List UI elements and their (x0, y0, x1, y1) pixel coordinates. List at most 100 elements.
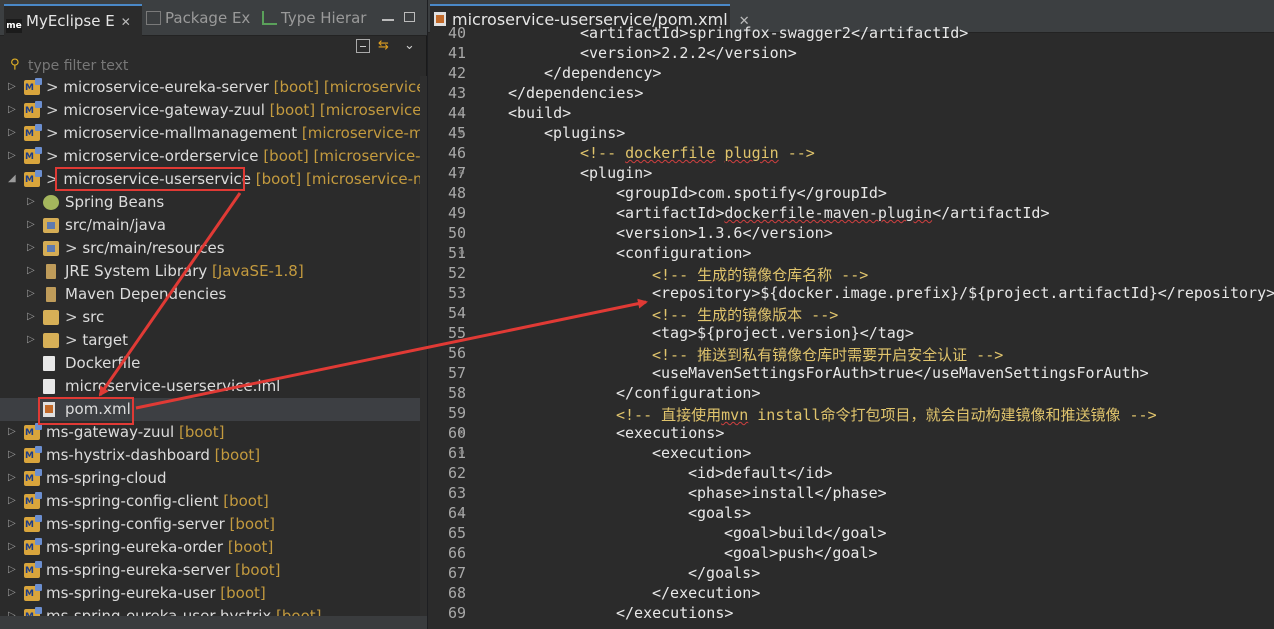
code-line: <version>2.2.2</version> (580, 44, 797, 62)
line-number: 52 (447, 264, 466, 282)
code-line: <!-- 生成的镜像仓库名称 --> (652, 264, 868, 285)
tree-item[interactable]: ▷ > src (0, 306, 420, 329)
tab-myeclipse-explorer[interactable]: me MyEclipse E ✕ (4, 4, 142, 36)
expand-arrow-icon[interactable]: ▷ (8, 421, 18, 443)
xml-comment: <!-- 推送到私有镜像仓库时需要开启安全认证 --> (652, 346, 1004, 364)
tree-item[interactable]: ▷ ms-spring-cloud (0, 467, 420, 490)
tree-item[interactable]: ▷ > microservice-orderservice [boot] [mic… (0, 145, 420, 168)
expand-arrow-icon[interactable]: ▷ (8, 559, 18, 581)
code-line: <plugin> (580, 164, 652, 182)
outgoing-changes-marker: > (46, 78, 64, 96)
expand-arrow-icon[interactable]: ▷ (8, 444, 18, 466)
expand-arrow-icon[interactable]: ▷ (8, 99, 18, 121)
horizontal-scrollbar[interactable] (0, 616, 427, 629)
expand-arrow-icon[interactable]: ▷ (27, 260, 37, 282)
expand-arrow-icon[interactable]: ▷ (27, 191, 37, 213)
view-menu-chevron-down-icon[interactable]: ⌄ (404, 38, 415, 53)
xml-tag: <build> (508, 104, 572, 122)
expand-arrow-icon[interactable]: ▷ (8, 145, 18, 167)
expand-arrow-icon[interactable]: ▷ (27, 283, 37, 305)
tree-item[interactable]: ▷ JRE System Library [JavaSE-1.8] (0, 260, 420, 283)
tree-scrollbar[interactable] (420, 76, 427, 616)
collapse-all-icon[interactable] (356, 39, 370, 53)
tree-item[interactable]: ▷ ms-spring-config-client [boot] (0, 490, 420, 513)
tree-item[interactable]: ▷ ms-spring-eureka-server [boot] (0, 559, 420, 582)
expand-arrow-icon[interactable]: ▷ (27, 237, 37, 259)
tree-item-text: Maven Dependencies (65, 283, 226, 305)
code-line: </execution> (652, 584, 760, 602)
tree-item[interactable]: ▷ Spring Beans (0, 191, 420, 214)
tree-item[interactable]: ▷ > target (0, 329, 420, 352)
tree-item[interactable]: ▷ ms-spring-eureka-order [boot] (0, 536, 420, 559)
fold-toggle-icon[interactable]: ⊖ (459, 108, 464, 118)
fold-toggle-icon[interactable]: ⊖ (459, 248, 464, 258)
filter-input[interactable] (28, 57, 408, 75)
xml-tag: </dependency> (544, 64, 662, 82)
tree-item-decoration: [boot] (174, 423, 225, 441)
expand-arrow-icon[interactable]: ▷ (27, 214, 37, 236)
tree-item[interactable]: ▷ Maven Dependencies (0, 283, 420, 306)
code-line: <!-- 推送到私有镜像仓库时需要开启安全认证 --> (652, 344, 1003, 365)
tree-item[interactable]: Dockerfile (0, 352, 420, 375)
xml-text: default (724, 464, 788, 482)
expand-arrow-icon[interactable]: ▷ (8, 122, 18, 144)
link-with-editor-icon[interactable]: ⇆ (378, 38, 389, 53)
tree-item[interactable]: ▷ ms-hystrix-dashboard [boot] (0, 444, 420, 467)
expand-arrow-icon[interactable]: ▷ (8, 582, 18, 604)
close-icon[interactable]: ✕ (121, 15, 131, 29)
expand-arrow-icon[interactable]: ▷ (8, 513, 18, 535)
line-number: 49 (447, 204, 466, 222)
tree-item-decoration: [JavaSE-1.8] (207, 262, 304, 280)
expand-arrow-icon[interactable]: ▷ (27, 329, 37, 351)
code-area[interactable]: 40 <artifactId>springfox-swagger2</artifa… (428, 26, 1274, 629)
tree-item-label: microservice-mallmanagement (63, 124, 298, 142)
tree-item[interactable]: ▷ > microservice-eureka-server [boot] [mi… (0, 76, 420, 99)
fold-toggle-icon[interactable]: ⊖ (459, 168, 464, 178)
xml-text: dockerfile-maven-plugin (724, 204, 933, 222)
tree-item[interactable]: ▷ > microservice-gateway-zuul [boot] [mic… (0, 99, 420, 122)
xml-tag: <phase> (688, 484, 752, 502)
code-line: <artifactId>springfox-swagger2</artifact… (580, 26, 968, 42)
project-explorer-panel: me MyEclipse E ✕ Package Ex Type Hierar ⇆ … (0, 0, 427, 629)
xml-comment: --> (778, 144, 815, 162)
tab-type-hierarchy[interactable]: Type Hierar (262, 6, 370, 30)
tree-item[interactable]: ▷ > src/main/resources (0, 237, 420, 260)
xml-tag: <configuration> (616, 244, 752, 262)
expand-arrow-icon[interactable]: ▷ (8, 490, 18, 512)
expand-arrow-icon[interactable]: ▷ (8, 467, 18, 489)
fold-toggle-icon[interactable]: ⊖ (459, 448, 464, 458)
tree-item-label: ms-spring-config-server (46, 515, 225, 533)
tree-item[interactable]: microservice-userservice.iml (0, 375, 420, 398)
tree-item-label: ms-spring-eureka-user (46, 584, 216, 602)
tree-item[interactable]: ▷ ms-spring-config-server [boot] (0, 513, 420, 536)
expand-arrow-icon[interactable]: ▷ (27, 306, 37, 328)
tab-package-explorer[interactable]: Package Ex (146, 6, 256, 30)
tree-item[interactable]: ▷ > microservice-mallmanagement [microser… (0, 122, 420, 145)
fold-toggle-icon[interactable]: ⊖ (459, 508, 464, 518)
line-number: 63 (447, 484, 466, 502)
line-number: 40 (447, 26, 466, 42)
xml-comment: <!-- (580, 144, 626, 162)
expand-arrow-icon[interactable]: ▷ (8, 76, 18, 98)
xml-comment: <!-- 生成的镜像仓库名称 --> (652, 266, 869, 284)
expanded-arrow-icon[interactable]: ◢ (8, 168, 18, 190)
tree-item[interactable]: ▷ ms-spring-eureka-user [boot] (0, 582, 420, 605)
xml-tag: <version> (616, 224, 698, 242)
minimize-view-button[interactable] (382, 9, 394, 21)
xml-text: 2.2.2 (661, 44, 707, 62)
tree-item[interactable]: ▷ ms-spring-eureka-user-hystrix [boot] (0, 605, 420, 616)
tree-item-text: microservice-userservice.iml (65, 375, 280, 397)
expand-arrow-icon[interactable]: ▷ (8, 605, 18, 616)
fold-toggle-icon[interactable]: ⊖ (459, 428, 464, 438)
xml-comment: dockerfile (625, 144, 716, 162)
expand-arrow-icon[interactable]: ▷ (8, 536, 18, 558)
maximize-view-button[interactable] (404, 12, 415, 22)
project-icon (24, 100, 42, 122)
code-line: <executions> (616, 424, 724, 442)
tree-item-decoration: [boot] (209, 446, 261, 464)
xml-tag: </execution> (652, 584, 761, 602)
tree-item[interactable]: ▷ src/main/java (0, 214, 420, 237)
fold-toggle-icon[interactable]: ⊖ (459, 128, 464, 138)
tree-item-text: ms-spring-eureka-order [boot] (46, 536, 273, 558)
search-icon: ⚲ (10, 57, 20, 72)
